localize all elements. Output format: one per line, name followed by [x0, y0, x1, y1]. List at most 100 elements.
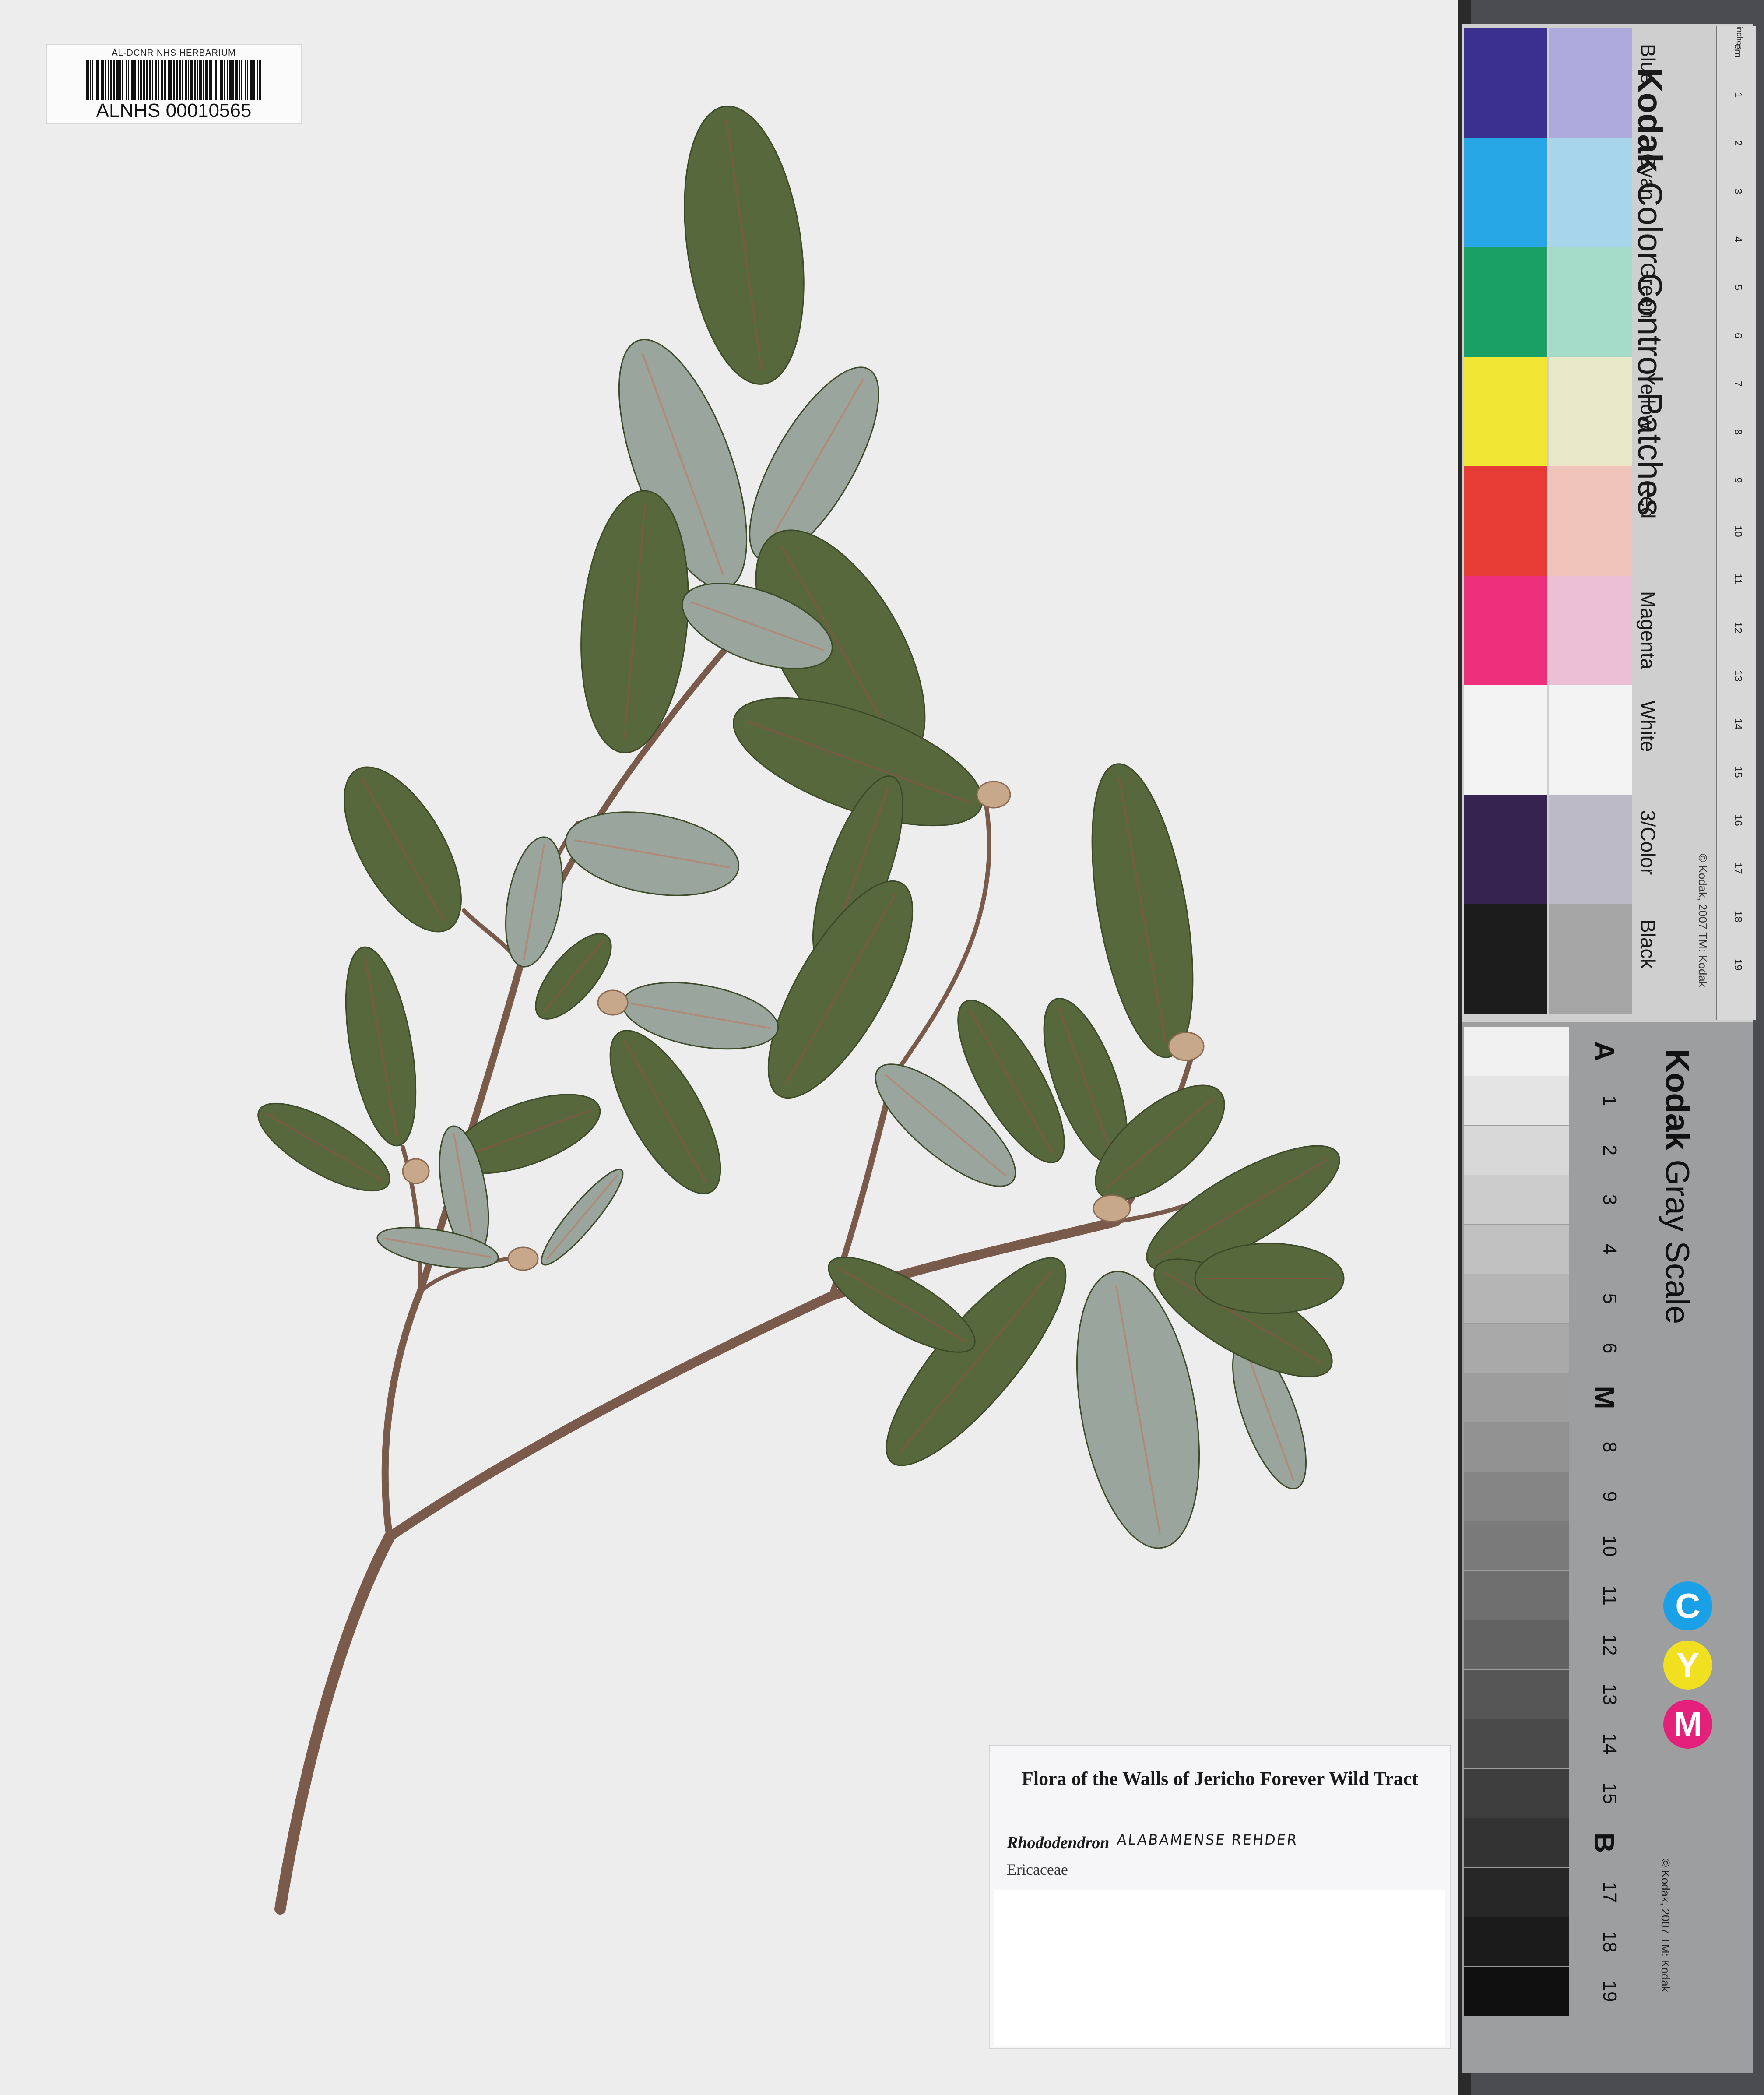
color-patch-name: Yellow	[1637, 372, 1659, 430]
ruler-tick-label: 8	[1732, 429, 1744, 435]
color-card-copyright: © Kodak, 2007 TM: Kodak	[1696, 854, 1709, 987]
color-card-brand-sub: Color Control Patches	[1631, 182, 1669, 516]
gray-step-label: 18	[1599, 1931, 1620, 1953]
ruler-tick-label: 17	[1732, 863, 1744, 874]
gray-step	[1464, 1868, 1569, 1917]
gray-step-label: 14	[1599, 1733, 1620, 1755]
gray-step-label: 8	[1599, 1441, 1620, 1453]
gray-step-label: A	[1588, 1041, 1620, 1062]
color-patch-dark	[1464, 357, 1547, 466]
gray-card-brand: Kodak Gray Scale	[1658, 1049, 1696, 1324]
ruler-tick-label: 19	[1732, 959, 1744, 971]
gray-step	[1464, 1126, 1569, 1175]
gray-step-label: 17	[1599, 1881, 1620, 1903]
gray-step	[1464, 1967, 1569, 2016]
specimen-label: Flora of the Walls of Jericho Forever Wi…	[989, 1745, 1451, 2049]
gray-step-label: 11	[1599, 1585, 1620, 1606]
ruler-tick-label: 10	[1732, 525, 1744, 537]
gray-step-label: 19	[1599, 1980, 1620, 2002]
gray-step	[1464, 1769, 1569, 1818]
ruler-tick-label: 2	[1732, 140, 1744, 146]
color-patch-dark	[1464, 28, 1547, 138]
gray-step-label: 5	[1599, 1293, 1620, 1304]
color-patch-dark	[1464, 576, 1547, 685]
color-patch-name: Black	[1637, 919, 1659, 969]
label-genus: Rhododendron	[1007, 1834, 1110, 1852]
plant-leaves	[257, 106, 1345, 1549]
gray-step-label: 3	[1599, 1194, 1620, 1205]
color-patch-light	[1549, 795, 1632, 904]
ruler-tick-label: 1	[1732, 92, 1744, 98]
ruler-tick-label: 16	[1732, 814, 1744, 826]
ruler-tick-label: 14	[1732, 718, 1744, 730]
ruler-tick-label: 18	[1732, 911, 1744, 923]
label-title: Flora of the Walls of Jericho Forever Wi…	[1022, 1768, 1418, 1789]
color-patch-name: 3/Color	[1637, 810, 1659, 875]
color-patch-name: Cyan	[1637, 153, 1659, 201]
gray-step-label: 13	[1599, 1683, 1620, 1705]
gray-step-label: 2	[1599, 1144, 1620, 1156]
color-patch-light	[1549, 904, 1632, 1014]
color-patch-dark	[1464, 466, 1547, 576]
color-patch-light	[1549, 685, 1632, 795]
leaf-midrib	[546, 1174, 618, 1260]
gray-step-label: B	[1588, 1832, 1620, 1853]
gray-step	[1464, 1620, 1569, 1669]
gray-step	[1464, 1818, 1569, 1867]
gray-step	[1464, 1225, 1569, 1274]
gray-step-label: 15	[1599, 1782, 1620, 1804]
gray-step	[1464, 1670, 1569, 1719]
ruler-tick-label: 4	[1732, 236, 1744, 243]
ruler-tick-label: 12	[1732, 622, 1744, 634]
color-patch-dark	[1464, 138, 1547, 247]
gray-card-brand-sub: Gray Scale	[1659, 1159, 1696, 1324]
ruler-inches-label: inches	[1735, 26, 1744, 49]
color-card-ruler: cm 1 2 3 4 5 6 7 8 9 10 11 12 13 14 15 16 17 18 19 inches	[1716, 26, 1756, 1020]
gray-step	[1464, 1175, 1569, 1224]
gray-step	[1464, 1521, 1569, 1570]
color-patch-light	[1549, 247, 1632, 357]
color-patch-dark	[1464, 685, 1547, 795]
color-patch-name: Magenta	[1637, 591, 1659, 670]
gray-step	[1464, 1917, 1569, 1966]
color-patch-name: Red	[1637, 482, 1659, 519]
gray-step-label: 1	[1599, 1095, 1620, 1106]
gray-step-label: 12	[1599, 1634, 1620, 1656]
gray-step	[1464, 1422, 1569, 1472]
color-patch-light	[1549, 466, 1632, 576]
gray-step	[1464, 1472, 1569, 1521]
ruler-tick-label: 13	[1732, 670, 1744, 682]
label-redacted-area	[994, 1890, 1445, 2046]
gray-step	[1464, 1571, 1569, 1620]
color-patch-name: Blue	[1637, 44, 1659, 85]
gray-step-label: 6	[1599, 1342, 1620, 1354]
ruler-tick-label: 5	[1732, 285, 1744, 291]
ruler-tick-label: 15	[1732, 766, 1744, 778]
gray-step	[1464, 1719, 1569, 1768]
gray-step-label: 4	[1599, 1243, 1620, 1255]
gray-step	[1464, 1324, 1569, 1373]
cym-dot: C	[1663, 1581, 1712, 1630]
color-patch-light	[1549, 138, 1632, 247]
color-patch-dark	[1464, 247, 1547, 357]
ruler-tick-label: 3	[1732, 188, 1744, 194]
gray-step-label: 9	[1599, 1491, 1620, 1502]
label-family: Ericaceae	[1007, 1861, 1068, 1878]
color-patch-dark	[1464, 795, 1547, 904]
ruler-tick-label: 7	[1732, 381, 1744, 387]
gray-step	[1464, 1274, 1569, 1323]
gray-step	[1464, 1076, 1569, 1125]
gray-step-label: 10	[1599, 1535, 1620, 1557]
color-patch-name: White	[1637, 701, 1659, 752]
color-patch-dark	[1464, 904, 1547, 1014]
color-patch-light	[1549, 28, 1632, 138]
color-patch-light	[1549, 357, 1632, 466]
cym-dot: Y	[1663, 1641, 1712, 1690]
ruler-tick-label: 11	[1732, 574, 1744, 584]
color-patch-light	[1549, 576, 1632, 685]
ruler-tick-label: 6	[1732, 333, 1744, 339]
color-patch-name: Green	[1637, 263, 1659, 319]
ruler-tick-label: 9	[1732, 477, 1744, 483]
gray-step	[1464, 1373, 1569, 1422]
gray-card-copyright: © Kodak, 2007 TM: Kodak	[1659, 1859, 1672, 1992]
